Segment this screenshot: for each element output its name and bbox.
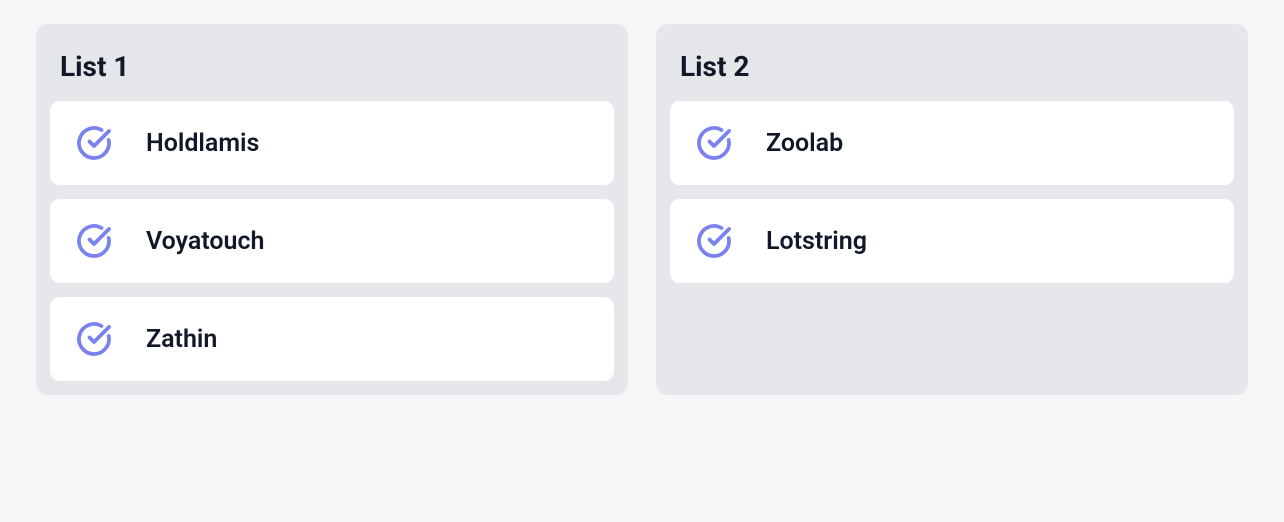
list-panel-1: List 1 Holdlamis Voyatou	[36, 24, 628, 395]
list-panel-2: List 2 Zoolab Lotstring	[656, 24, 1248, 395]
list-item-label: Zoolab	[766, 129, 843, 158]
list-items: Zoolab Lotstring	[670, 101, 1234, 283]
list-item[interactable]: Lotstring	[670, 199, 1234, 283]
list-item-label: Holdlamis	[146, 129, 259, 158]
check-circle-icon	[76, 321, 112, 357]
check-circle-icon	[696, 125, 732, 161]
list-item-label: Lotstring	[766, 227, 867, 256]
list-title: List 1	[50, 38, 614, 101]
list-item[interactable]: Zathin	[50, 297, 614, 381]
check-circle-icon	[76, 223, 112, 259]
list-item[interactable]: Holdlamis	[50, 101, 614, 185]
list-item[interactable]: Zoolab	[670, 101, 1234, 185]
check-circle-icon	[76, 125, 112, 161]
list-title: List 2	[670, 38, 1234, 101]
list-item[interactable]: Voyatouch	[50, 199, 614, 283]
check-circle-icon	[696, 223, 732, 259]
lists-container: List 1 Holdlamis Voyatou	[36, 24, 1248, 395]
list-item-label: Voyatouch	[146, 227, 264, 256]
list-items: Holdlamis Voyatouch Za	[50, 101, 614, 381]
list-item-label: Zathin	[146, 325, 217, 354]
